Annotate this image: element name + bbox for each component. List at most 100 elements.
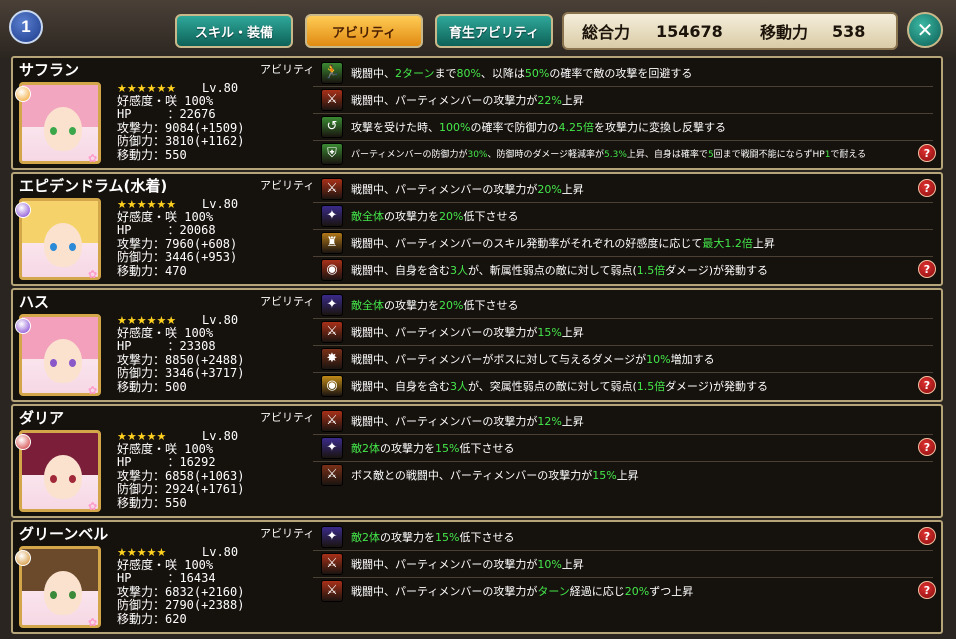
weakness-icon: ◉ bbox=[321, 374, 343, 397]
power-summary: 総合力 154678 移動力 538 bbox=[562, 12, 898, 50]
close-button[interactable]: ✕ bbox=[907, 12, 943, 48]
ability-text-part: 上昇 bbox=[561, 414, 584, 428]
ability-row: ↺ 攻撃を受けた時、100%の確率で防御力の4.25倍を攻撃力に変換し反撃する bbox=[321, 113, 941, 140]
ability-text-part: ボス敵との戦闘中、パーティメンバーの攻撃力が bbox=[351, 468, 593, 482]
ability-text-part: 、防御時のダメージ軽減率が bbox=[487, 150, 605, 160]
element-orb-icon bbox=[15, 86, 31, 102]
ability-text-part: 上昇 bbox=[561, 93, 584, 107]
ability-text-part: 低下させる bbox=[459, 530, 515, 544]
stat-hp: HP ：16292 bbox=[117, 455, 216, 470]
help-button[interactable]: ? bbox=[918, 376, 936, 394]
move-power-label: 移動力 bbox=[760, 23, 809, 42]
attack-up-icon: ⚔ bbox=[321, 88, 343, 111]
ability-text: パーティメンバーの防御力が30%、防御時のダメージ軽減率が5.3%上昇、自身は確… bbox=[351, 147, 866, 160]
help-button[interactable]: ? bbox=[918, 438, 936, 456]
ability-row: ✦ 敵2体の攻撃力を15%低下させる bbox=[321, 523, 941, 550]
ability-text-part: ずつ上昇 bbox=[649, 584, 694, 598]
element-orb-icon bbox=[15, 550, 31, 566]
ability-row: ⛨ パーティメンバーの防御力が30%、防御時のダメージ軽減率が5.3%上昇、自身は… bbox=[321, 140, 941, 167]
debuff-icon: ✦ bbox=[321, 293, 343, 316]
ability-text: 敵2体の攻撃力を15%低下させる bbox=[351, 440, 514, 456]
flower-icon: ✿ bbox=[88, 384, 98, 397]
weakness-icon: ◉ bbox=[321, 258, 343, 281]
ability-text: 戦闘中、自身を含む3人が、斬属性弱点の敵に対して弱点(1.5倍ダメージ)が発動す… bbox=[351, 262, 768, 278]
help-button[interactable]: ? bbox=[918, 144, 936, 162]
ability-highlight: 4.25倍 bbox=[558, 120, 594, 134]
ability-text-part: 戦闘中、パーティメンバーの攻撃力が bbox=[351, 93, 538, 107]
tab-ability[interactable]: アビリティ bbox=[305, 14, 423, 48]
total-power-label: 総合力 bbox=[582, 23, 631, 42]
ability-text: 戦闘中、2ターンまで80%、以降は50%の確率で敵の攻撃を回避する bbox=[351, 65, 692, 81]
attack-up-icon: ⚔ bbox=[321, 320, 343, 343]
ability-text-part: の確率で敵の攻撃を回避する bbox=[549, 66, 693, 80]
tab-skill-equipment[interactable]: スキル・装備 bbox=[175, 14, 293, 48]
stat-hp: HP ：20068 bbox=[117, 223, 216, 238]
ability-highlight: ターン bbox=[537, 584, 570, 598]
ability-section-label: アビリティ bbox=[260, 295, 315, 308]
ability-highlight: 30% bbox=[467, 150, 488, 160]
ability-highlight: 100% bbox=[439, 120, 471, 134]
level-label: Lv.80 bbox=[202, 81, 239, 95]
ability-text: 戦闘中、自身を含む3人が、突属性弱点の敵に対して弱点(1.5倍ダメージ)が発動す… bbox=[351, 378, 768, 394]
ability-highlight: 10% bbox=[646, 352, 671, 366]
character-stats: 好感度・咲 100% HP ：23308 攻撃力：8850(+2488) 防御力：33… bbox=[117, 326, 244, 394]
help-button[interactable]: ? bbox=[918, 527, 936, 545]
ability-highlight: 15% bbox=[435, 441, 460, 455]
ability-text-part: 低下させる bbox=[459, 441, 515, 455]
ability-text: 敵全体の攻撃力を20%低下させる bbox=[351, 297, 518, 313]
ability-highlight: 20% bbox=[439, 209, 464, 223]
ability-highlight: 2ターン bbox=[395, 66, 435, 80]
stat-hp: HP ：16434 bbox=[117, 571, 216, 586]
flower-icon: ✿ bbox=[88, 152, 98, 165]
portrait-eye bbox=[50, 127, 57, 135]
ability-section-label: アビリティ bbox=[260, 63, 315, 76]
ability-text-part: 増加する bbox=[670, 352, 715, 366]
ability-highlight: 1.5倍 bbox=[636, 379, 666, 393]
flower-icon: ✿ bbox=[88, 500, 98, 513]
ability-section-label: アビリティ bbox=[260, 179, 315, 192]
ability-text: 戦闘中、パーティメンバーの攻撃力がターン経過に応じ20%ずつ上昇 bbox=[351, 583, 693, 599]
element-orb-icon bbox=[15, 202, 31, 218]
ability-text-part: 戦闘中、自身を含む bbox=[351, 379, 450, 393]
ability-text-part: ダメージ)が発動する bbox=[665, 263, 768, 277]
ability-row: ⚔ 戦闘中、パーティメンバーの攻撃力が20%上昇 bbox=[321, 175, 941, 202]
ability-text-part: 戦闘中、パーティメンバーの攻撃力が bbox=[351, 182, 538, 196]
ability-text: 戦闘中、パーティメンバーの攻撃力が10%上昇 bbox=[351, 556, 584, 572]
ability-text-part: が、斬属性弱点の敵に対して弱点( bbox=[468, 263, 637, 277]
help-button[interactable]: ? bbox=[918, 581, 936, 599]
character-panel: ハス ✿ ★★★★★★ Lv.80 好感度・咲 100% HP ：23308 攻撃力：885… bbox=[11, 288, 943, 402]
character-panel: グリーンベル ✿ ★★★★★ Lv.80 好感度・咲 100% HP ：16434 攻撃力：… bbox=[11, 520, 943, 634]
portrait-eye bbox=[69, 243, 76, 251]
portrait-eye bbox=[50, 591, 57, 599]
ability-text: 敵全体の攻撃力を20%低下させる bbox=[351, 208, 518, 224]
ability-highlight: 15% bbox=[592, 468, 617, 482]
stat-affection: 好感度・咲 100% bbox=[117, 210, 214, 224]
ability-highlight: 3人 bbox=[450, 263, 468, 277]
debuff-icon: ✦ bbox=[321, 204, 343, 227]
character-panel: エピデンドラム(水着) ✿ ★★★★★★ Lv.80 好感度・咲 100% HP ：200… bbox=[11, 172, 943, 286]
ability-text-part: の攻撃力を bbox=[384, 209, 439, 223]
boss-attack-icon: ⚔ bbox=[321, 463, 343, 486]
ability-highlight: 20% bbox=[439, 298, 464, 312]
ability-highlight: 最大1.2倍 bbox=[702, 236, 753, 250]
character-name: ハス bbox=[19, 293, 50, 311]
character-name: グリーンベル bbox=[19, 525, 109, 543]
ability-text-part: の攻撃力を bbox=[384, 298, 439, 312]
ability-row: ⚔ ボス敵との戦闘中、パーティメンバーの攻撃力が15%上昇 bbox=[321, 461, 941, 488]
ability-highlight: 敵2体 bbox=[351, 530, 380, 544]
tab-growth-ability[interactable]: 育生アビリティ bbox=[435, 14, 553, 48]
ability-text: 戦闘中、パーティメンバーの攻撃力が22%上昇 bbox=[351, 92, 584, 108]
help-button[interactable]: ? bbox=[918, 179, 936, 197]
ability-text-part: 戦闘中、パーティメンバーの攻撃力が bbox=[351, 414, 538, 428]
portrait-eye bbox=[69, 591, 76, 599]
character-stats: 好感度・咲 100% HP ：16292 攻撃力：6858(+1063) 防御力：29… bbox=[117, 442, 244, 510]
ability-text-part: ダメージ)が発動する bbox=[665, 379, 768, 393]
help-button[interactable]: ? bbox=[918, 260, 936, 278]
ability-row: ✦ 敵2体の攻撃力を15%低下させる bbox=[321, 434, 941, 461]
ability-highlight: 20% bbox=[624, 584, 650, 598]
ability-row: ⚔ 戦闘中、パーティメンバーの攻撃力が12%上昇 bbox=[321, 407, 941, 434]
stat-def: 防御力：3446(+953) bbox=[117, 250, 238, 265]
top-bar: 1 スキル・装備 アビリティ 育生アビリティ 総合力 154678 移動力 53… bbox=[0, 0, 956, 58]
stat-affection: 好感度・咲 100% bbox=[117, 442, 214, 456]
stat-hp: HP ：22676 bbox=[117, 107, 216, 122]
